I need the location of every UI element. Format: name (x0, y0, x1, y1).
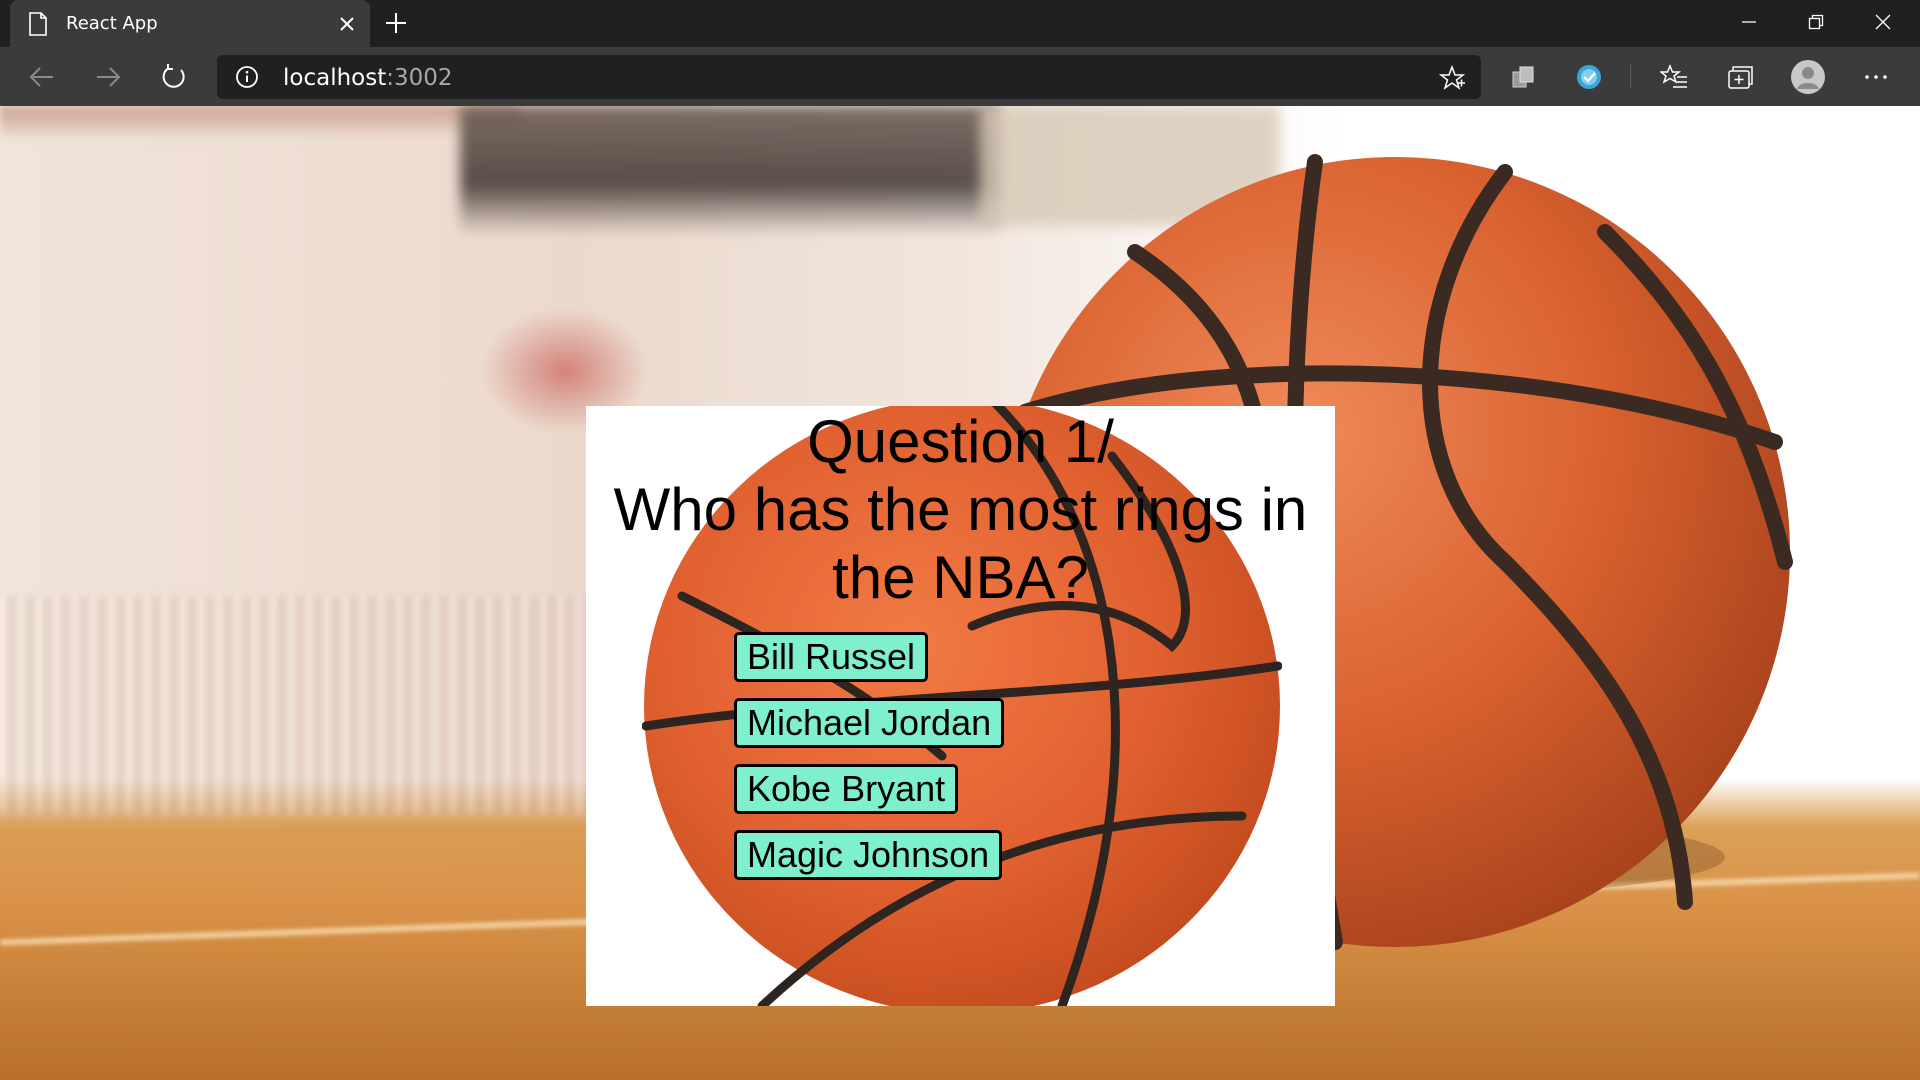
extension-icon (1512, 66, 1534, 88)
question-number: Question 1/ (807, 408, 1114, 475)
extension-button-2[interactable] (1571, 59, 1607, 95)
browser-tab[interactable]: React App (10, 0, 370, 47)
page-viewport: Question 1/ Who has the most rings in th… (0, 106, 1920, 1080)
background-railing (460, 106, 1000, 236)
profile-icon (1791, 60, 1825, 94)
more-button[interactable] (1858, 59, 1894, 95)
info-icon[interactable] (235, 65, 259, 89)
minimize-icon (1742, 21, 1756, 23)
url-host: localhost (283, 65, 387, 91)
collections-button[interactable] (1722, 59, 1758, 95)
forward-button[interactable] (88, 57, 128, 97)
address-bar[interactable]: localhost:3002 (217, 55, 1481, 99)
answer-button-michael-jordan[interactable]: Michael Jordan (734, 698, 1005, 748)
back-arrow-icon (29, 67, 53, 87)
quiz-card: Question 1/ Who has the most rings in th… (586, 406, 1335, 1006)
restore-button[interactable] (1783, 0, 1849, 44)
browser-toolbar: localhost:3002 (0, 47, 1920, 106)
close-icon (1875, 14, 1891, 30)
extension-icon (1577, 65, 1601, 89)
toolbar-separator (1630, 63, 1631, 89)
favorites-icon (1660, 64, 1687, 88)
refresh-icon (162, 64, 185, 88)
answer-button-magic-johnson[interactable]: Magic Johnson (734, 830, 1003, 880)
profile-button[interactable] (1790, 59, 1826, 95)
plus-icon[interactable] (382, 9, 410, 37)
star-icon[interactable] (1439, 65, 1465, 91)
favorites-button[interactable] (1656, 59, 1692, 95)
refresh-button[interactable] (154, 57, 194, 97)
collections-icon (1728, 66, 1753, 89)
url-text[interactable]: localhost:3002 (283, 65, 453, 91)
tab-title: React App (66, 13, 158, 34)
question-text: Who has the most rings in the NBA? (613, 476, 1308, 611)
page-icon (29, 12, 47, 36)
minimize-button[interactable] (1716, 0, 1782, 44)
answer-button-kobe-bryant[interactable]: Kobe Bryant (734, 764, 959, 814)
url-port: :3002 (386, 65, 453, 91)
restore-icon (1808, 14, 1824, 30)
back-button[interactable] (22, 57, 62, 97)
extension-button[interactable] (1505, 59, 1541, 95)
answer-button-bill-russel[interactable]: Bill Russel (734, 632, 929, 682)
answer-list: Bill Russel Michael Jordan Kobe Bryant M… (734, 632, 1005, 896)
tab-strip: React App (0, 0, 1920, 47)
close-icon[interactable] (336, 13, 358, 35)
more-icon (1865, 75, 1887, 79)
close-window-button[interactable] (1850, 0, 1916, 44)
forward-arrow-icon (97, 67, 121, 87)
background-wall (0, 106, 520, 136)
